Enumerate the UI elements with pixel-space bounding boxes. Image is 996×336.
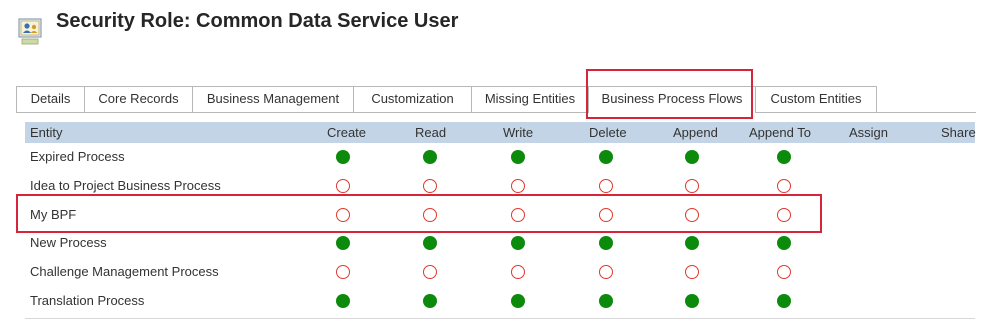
privilege-full-icon[interactable] xyxy=(685,236,699,251)
column-header-delete[interactable]: Delete xyxy=(589,122,627,143)
page-header: Security Role: Common Data Service User xyxy=(12,8,972,48)
table-row: Challenge Management Process xyxy=(25,258,975,287)
privilege-none-icon[interactable] xyxy=(511,178,525,193)
entity-name: Challenge Management Process xyxy=(30,264,219,280)
privilege-full-icon[interactable] xyxy=(685,150,699,164)
privilege-full-icon[interactable] xyxy=(423,150,437,164)
privilege-full-icon[interactable] xyxy=(423,293,437,308)
entity-name: My BPF xyxy=(30,206,77,222)
column-header-write[interactable]: Write xyxy=(503,122,533,143)
privilege-full-icon[interactable] xyxy=(777,150,791,164)
privilege-none-icon[interactable] xyxy=(599,265,613,280)
grid-header: Entity Create Read Write Delete Append A… xyxy=(25,122,976,143)
table-row: My BPF xyxy=(25,201,975,230)
entity-name: Idea to Project Business Process xyxy=(30,177,221,193)
privilege-none-icon[interactable] xyxy=(336,207,350,222)
table-row: Translation Process xyxy=(25,287,975,316)
column-header-append[interactable]: Append xyxy=(673,122,718,143)
table-row: New Process xyxy=(25,229,975,258)
tab-missing-entities[interactable]: Missing Entities xyxy=(471,86,589,112)
column-header-entity[interactable]: Entity xyxy=(30,122,63,143)
page-title: Security Role: Common Data Service User xyxy=(56,10,459,32)
security-role-icon xyxy=(18,18,42,45)
privilege-none-icon[interactable] xyxy=(423,207,437,222)
tab-strip: Details Core Records Business Management… xyxy=(16,86,976,113)
tab-details[interactable]: Details xyxy=(16,86,85,112)
tab-core-records[interactable]: Core Records xyxy=(84,86,193,112)
privilege-none-icon[interactable] xyxy=(511,207,525,222)
tab-business-process-flows[interactable]: Business Process Flows xyxy=(588,86,756,113)
privilege-none-icon[interactable] xyxy=(777,178,791,193)
privilege-none-icon[interactable] xyxy=(423,265,437,280)
privilege-full-icon[interactable] xyxy=(599,236,613,251)
privilege-full-icon[interactable] xyxy=(336,293,350,308)
privilege-full-icon[interactable] xyxy=(777,293,791,308)
entity-name: New Process xyxy=(30,235,107,251)
table-row: Idea to Project Business Process xyxy=(25,172,975,201)
column-header-create[interactable]: Create xyxy=(327,122,366,143)
column-header-read[interactable]: Read xyxy=(415,122,446,143)
privilege-none-icon[interactable] xyxy=(777,207,791,222)
privilege-full-icon[interactable] xyxy=(511,150,525,164)
privilege-full-icon[interactable] xyxy=(423,236,437,251)
privilege-none-icon[interactable] xyxy=(511,265,525,280)
privilege-none-icon[interactable] xyxy=(336,265,350,280)
privilege-full-icon[interactable] xyxy=(511,293,525,308)
column-header-append-to[interactable]: Append To xyxy=(749,122,811,143)
privilege-none-icon[interactable] xyxy=(685,265,699,280)
tab-customization[interactable]: Customization xyxy=(353,86,472,112)
privilege-none-icon[interactable] xyxy=(599,207,613,222)
privilege-full-icon[interactable] xyxy=(336,236,350,251)
privilege-none-icon[interactable] xyxy=(685,178,699,193)
entity-name: Translation Process xyxy=(30,292,145,308)
privilege-full-icon[interactable] xyxy=(777,236,791,251)
privilege-grid: Entity Create Read Write Delete Append A… xyxy=(25,122,976,316)
column-header-assign[interactable]: Assign xyxy=(849,122,888,143)
privilege-full-icon[interactable] xyxy=(336,150,350,164)
privilege-full-icon[interactable] xyxy=(685,293,699,308)
privilege-full-icon[interactable] xyxy=(599,293,613,308)
tab-business-management[interactable]: Business Management xyxy=(192,86,354,112)
privilege-full-icon[interactable] xyxy=(511,236,525,251)
grid-body: Expired Process Idea to Project Business … xyxy=(25,143,975,316)
tab-custom-entities[interactable]: Custom Entities xyxy=(755,86,877,112)
privilege-full-icon[interactable] xyxy=(599,150,613,164)
column-header-share[interactable]: Share xyxy=(941,122,976,143)
grid-bottom-divider xyxy=(25,318,975,319)
privilege-none-icon[interactable] xyxy=(777,265,791,280)
privilege-none-icon[interactable] xyxy=(685,207,699,222)
entity-name: Expired Process xyxy=(30,149,125,164)
privilege-none-icon[interactable] xyxy=(599,178,613,193)
table-row: Expired Process xyxy=(25,143,975,172)
privilege-none-icon[interactable] xyxy=(423,178,437,193)
privilege-none-icon[interactable] xyxy=(336,178,350,193)
